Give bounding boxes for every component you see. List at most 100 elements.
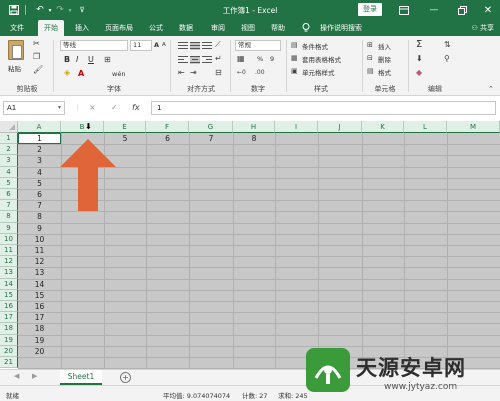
row-header-8[interactable]: 8 <box>0 211 18 223</box>
cell-a16[interactable]: 16 <box>18 301 61 312</box>
tab-home[interactable]: 开始 <box>38 20 64 36</box>
format-as-table-button[interactable]: 套用表格格式 <box>302 54 341 64</box>
tab-review[interactable]: 审阅 <box>206 20 230 36</box>
column-header-j[interactable]: J <box>318 121 362 133</box>
row-header-4[interactable]: 4 <box>0 166 18 178</box>
currency-icon[interactable]: ▦ <box>237 54 245 64</box>
decrease-decimal-icon[interactable]: .00 <box>255 68 265 78</box>
sheet-tab-sheet1[interactable]: Sheet1 <box>60 370 102 385</box>
scroll-right-icon[interactable]: ▶ <box>32 372 37 380</box>
comma-button[interactable]: 9 <box>270 55 274 63</box>
cell-a2[interactable]: 2 <box>18 144 61 155</box>
italic-button[interactable]: I <box>76 55 78 64</box>
fill-color-icon[interactable]: ◈ <box>64 68 70 78</box>
row-header-12[interactable]: 12 <box>0 256 18 268</box>
row-header-3[interactable]: 3 <box>0 155 18 167</box>
tab-insert[interactable]: 插入 <box>70 20 94 36</box>
cell-a1[interactable]: 1 <box>18 133 61 144</box>
font-name-select[interactable]: 等线 <box>60 40 128 51</box>
row-header-19[interactable]: 19 <box>0 334 18 346</box>
cut-icon[interactable]: ✂ <box>33 39 40 49</box>
borders-icon[interactable]: ⊞ <box>104 55 111 65</box>
cell-h1[interactable]: 8 <box>233 133 275 144</box>
row-header-15[interactable]: 15 <box>0 289 18 301</box>
cell-a6[interactable]: 6 <box>18 189 61 200</box>
add-sheet-button[interactable]: + <box>120 372 131 383</box>
autosum-button[interactable]: Σ <box>416 39 422 50</box>
row-header-1[interactable]: 1 <box>0 133 18 145</box>
bold-button[interactable]: B <box>64 55 70 64</box>
close-icon[interactable]: ✕ <box>482 4 494 16</box>
tab-view[interactable]: 视图 <box>236 20 260 36</box>
tab-file[interactable]: 文件 <box>4 20 30 36</box>
orientation-icon[interactable]: ⟋ <box>215 40 221 50</box>
cell-a12[interactable]: 12 <box>18 256 61 267</box>
column-header-a[interactable]: A <box>18 121 61 133</box>
clear-icon[interactable]: ◆ <box>416 68 422 78</box>
column-header-l[interactable]: L <box>404 121 447 133</box>
align-top-icon[interactable] <box>178 42 188 50</box>
row-header-9[interactable]: 9 <box>0 222 18 234</box>
decrease-indent-icon[interactable]: ⇤ <box>178 68 185 78</box>
column-header-i[interactable]: I <box>275 121 318 133</box>
delete-cells-button[interactable]: 删除 <box>378 54 391 64</box>
format-cells-button[interactable]: 格式 <box>378 67 391 77</box>
tab-formulas[interactable]: 公式 <box>144 20 168 36</box>
collapse-ribbon-icon[interactable]: ⌃ <box>488 84 494 94</box>
cancel-icon[interactable]: × <box>89 101 96 115</box>
column-header-h[interactable]: H <box>233 121 275 133</box>
percent-button[interactable]: % <box>257 55 263 63</box>
cell-a10[interactable]: 10 <box>18 234 61 245</box>
find-select-icon[interactable]: ⚲ <box>444 54 450 64</box>
insert-cells-button[interactable]: 插入 <box>378 41 391 51</box>
row-header-6[interactable]: 6 <box>0 189 18 201</box>
enter-icon[interactable]: ✓ <box>111 101 118 115</box>
cell-a4[interactable]: 4 <box>18 167 61 178</box>
column-header-g[interactable]: G <box>189 121 233 133</box>
cell-g1[interactable]: 7 <box>189 133 233 144</box>
ribbon-display-icon[interactable] <box>398 4 410 16</box>
column-header-f[interactable]: F <box>146 121 189 133</box>
align-center-icon[interactable] <box>190 56 200 64</box>
cell-a14[interactable]: 14 <box>18 279 61 290</box>
tab-help[interactable]: 帮助 <box>266 20 290 36</box>
align-right-icon[interactable] <box>202 56 212 64</box>
cell-a13[interactable]: 13 <box>18 267 61 278</box>
login-button[interactable]: 登录 <box>358 3 382 16</box>
cell-a3[interactable]: 3 <box>18 155 61 166</box>
sort-filter-icon[interactable]: ⇅ <box>444 40 451 50</box>
copy-icon[interactable]: ❐ <box>33 52 40 62</box>
underline-button[interactable]: U <box>88 55 94 64</box>
align-left-icon[interactable] <box>178 56 188 64</box>
column-header-k[interactable]: K <box>362 121 404 133</box>
row-header-21[interactable]: 21 <box>0 357 18 369</box>
conditional-format-button[interactable]: 条件格式 <box>302 41 328 51</box>
formula-input[interactable]: 1 <box>151 101 496 115</box>
select-all-button[interactable] <box>0 121 18 133</box>
row-header-16[interactable]: 16 <box>0 301 18 313</box>
cell-f1[interactable]: 6 <box>146 133 189 144</box>
cell-a9[interactable]: 9 <box>18 223 61 234</box>
row-header-13[interactable]: 13 <box>0 267 18 279</box>
row-header-10[interactable]: 10 <box>0 233 18 245</box>
insert-function-icon[interactable]: fx <box>132 101 140 115</box>
column-header-b[interactable]: B <box>61 121 104 133</box>
cell-a20[interactable]: 20 <box>18 346 61 357</box>
align-middle-icon[interactable] <box>190 42 200 50</box>
row-header-14[interactable]: 14 <box>0 278 18 290</box>
grow-font-button[interactable]: A <box>154 41 159 49</box>
tell-me-search[interactable]: 操作说明搜索 <box>314 20 368 36</box>
tab-page-layout[interactable]: 页面布局 <box>100 20 138 36</box>
name-box[interactable]: A1 ▾ <box>3 101 65 115</box>
minimize-icon[interactable]: — <box>428 4 440 16</box>
row-header-7[interactable]: 7 <box>0 200 18 212</box>
paste-label[interactable]: 粘贴 <box>8 63 21 73</box>
font-size-select[interactable]: 11 <box>130 40 152 51</box>
merge-center-icon[interactable]: ⊟ <box>215 68 222 78</box>
cell-a18[interactable]: 18 <box>18 323 61 334</box>
increase-decimal-icon[interactable]: ←0 <box>237 68 246 78</box>
row-header-5[interactable]: 5 <box>0 177 18 189</box>
align-bottom-icon[interactable] <box>202 42 212 50</box>
cell-a5[interactable]: 5 <box>18 178 61 189</box>
increase-indent-icon[interactable]: ⇥ <box>190 68 197 78</box>
